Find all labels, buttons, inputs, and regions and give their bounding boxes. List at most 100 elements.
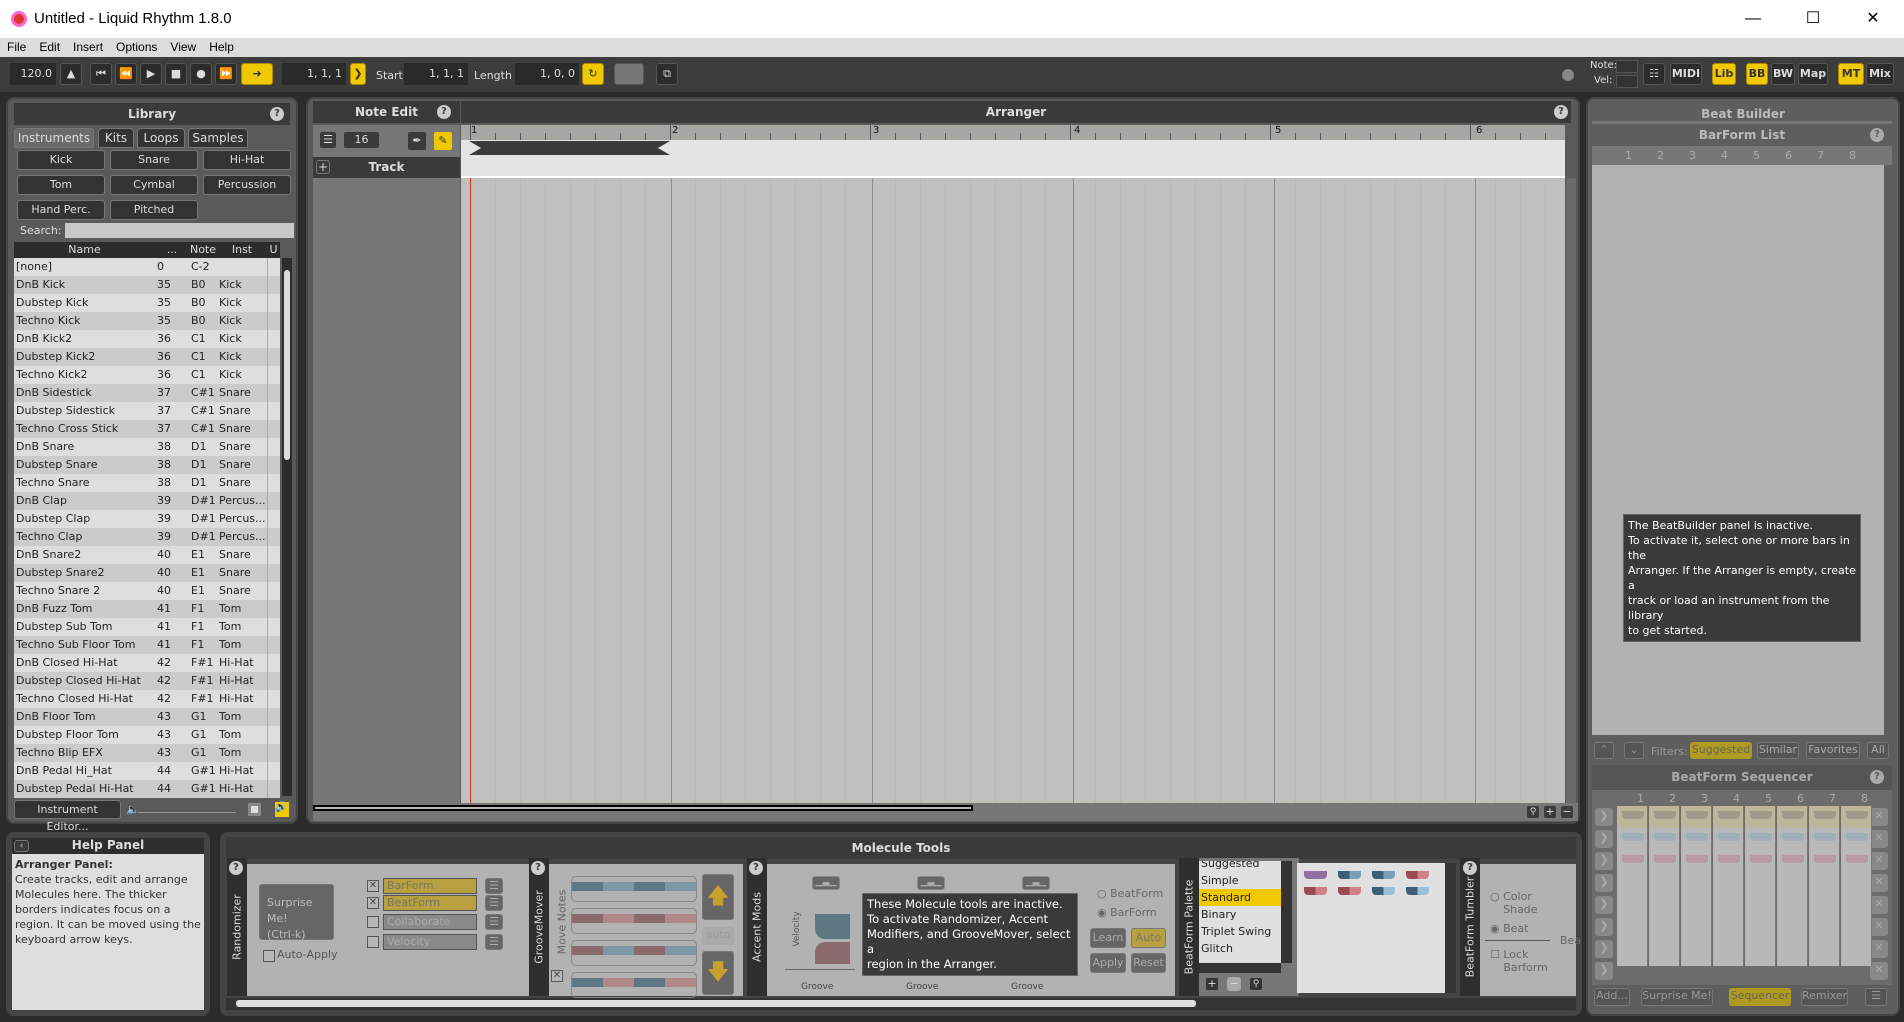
zoom-in-icon[interactable]: + xyxy=(1543,805,1557,819)
beat-radio[interactable]: ◉ Beat xyxy=(1490,922,1528,935)
category-cymbal[interactable]: Cymbal xyxy=(110,175,198,195)
delete-row-icon[interactable]: ✕ xyxy=(1870,808,1888,826)
bw-button[interactable]: BW xyxy=(1771,63,1795,85)
grid-resolution-field[interactable]: 16 xyxy=(343,131,380,149)
surprise-me-button[interactable]: Surprise Me! xyxy=(1641,988,1713,1006)
filter-similar[interactable]: Similar xyxy=(1757,742,1799,759)
library-row[interactable]: DnB Kick 35 B0 Kick xyxy=(14,276,280,294)
tab-loops[interactable]: Loops xyxy=(137,128,185,148)
library-row[interactable]: Techno Snare 2 40 E1 Snare xyxy=(14,582,280,600)
mt-button[interactable]: MT xyxy=(1838,63,1864,85)
play-row-icon[interactable]: ❯ xyxy=(1595,874,1613,892)
library-row[interactable]: Techno Blip EFX 43 G1 Tom xyxy=(14,744,280,762)
help-icon[interactable]: ? xyxy=(1870,128,1884,142)
speaker-icon[interactable]: 🔊 xyxy=(275,802,289,817)
library-row[interactable]: DnB Snare2 40 E1 Snare xyxy=(14,546,280,564)
beatform-icon[interactable] xyxy=(1338,887,1361,895)
sequencer-cell[interactable] xyxy=(1777,806,1808,966)
reset-button[interactable]: Reset xyxy=(1131,953,1166,973)
library-row[interactable]: [none] 0 C-2 xyxy=(14,258,280,276)
mix-button[interactable]: Mix xyxy=(1866,63,1894,85)
groove-pattern[interactable] xyxy=(571,876,697,902)
search-icon[interactable]: ⚲ xyxy=(1249,977,1263,991)
help-icon[interactable]: ? xyxy=(749,861,763,875)
length-field[interactable]: 1, 0, 0 xyxy=(515,63,579,85)
map-button[interactable]: Map xyxy=(1798,63,1828,85)
help-icon[interactable]: ? xyxy=(531,861,545,875)
add-button[interactable]: Add... xyxy=(1594,988,1630,1006)
menu-lines-icon[interactable]: ☰ xyxy=(319,131,337,149)
option-checkbox[interactable]: ✕ xyxy=(367,897,379,909)
bb-button[interactable]: BB xyxy=(1746,63,1768,85)
palette-grid-scrollbar[interactable] xyxy=(1445,863,1456,993)
maximize-button[interactable]: ☐ xyxy=(1788,4,1838,34)
zoom-icon[interactable]: ⚲ xyxy=(1526,805,1540,819)
piano-icon[interactable]: ☷ xyxy=(1643,63,1665,85)
option-checkbox[interactable]: ✕ xyxy=(367,880,379,892)
option-menu-icon[interactable]: ☰ xyxy=(485,895,503,911)
delete-row-icon[interactable]: ✕ xyxy=(1870,874,1888,892)
beatform-icon[interactable] xyxy=(1406,887,1429,895)
move-down-icon[interactable]: ⌄ xyxy=(1624,742,1644,759)
menu-edit[interactable]: Edit xyxy=(32,38,66,54)
play-row-icon[interactable]: ❯ xyxy=(1595,896,1613,914)
metronome-icon[interactable]: ▲ xyxy=(60,63,82,85)
playhead[interactable] xyxy=(470,178,471,803)
groove-pattern[interactable] xyxy=(571,972,697,998)
library-row[interactable]: Dubstep Closed Hi-Hat 42 F#1 Hi-Hat xyxy=(14,672,280,690)
library-row[interactable]: Dubstep Snare 38 D1 Snare xyxy=(14,456,280,474)
minimize-button[interactable]: — xyxy=(1728,4,1778,34)
help-icon[interactable]: ? xyxy=(1554,105,1568,119)
sequencer-cell[interactable] xyxy=(1745,806,1776,966)
accent-preset-icon[interactable]: ▁▃▁ xyxy=(917,876,945,890)
delete-row-icon[interactable]: ✕ xyxy=(1870,940,1888,958)
surprise-me-button[interactable]: Surprise Me! (Ctrl-k) xyxy=(259,884,334,941)
beatform-icon[interactable] xyxy=(1304,887,1327,895)
menu-options[interactable]: Options xyxy=(109,38,163,54)
library-row[interactable]: DnB Floor Tom 43 G1 Tom xyxy=(14,708,280,726)
col-number[interactable]: ... xyxy=(155,242,189,258)
accent-preset-icon[interactable]: ▁▃▁ xyxy=(812,876,840,890)
arranger-grid[interactable] xyxy=(461,178,1565,803)
library-row[interactable]: Techno Kick 35 B0 Kick xyxy=(14,312,280,330)
auto-button[interactable]: auto xyxy=(702,927,734,945)
sequencer-cell[interactable] xyxy=(1809,806,1840,966)
start-field[interactable]: 1, 1, 1 xyxy=(404,63,468,85)
category-percussion[interactable]: Percussion xyxy=(203,175,291,195)
rewind-icon[interactable]: ⏪ xyxy=(115,63,137,85)
loop-region[interactable] xyxy=(469,141,670,155)
library-row[interactable]: Dubstep Floor Tom 43 G1 Tom xyxy=(14,726,280,744)
library-row[interactable]: DnB Kick2 36 C1 Kick xyxy=(14,330,280,348)
col-name[interactable]: Name xyxy=(14,242,155,258)
delete-row-icon[interactable]: ✕ xyxy=(1870,962,1888,980)
auto-apply-checkbox[interactable] xyxy=(263,950,275,962)
loop-icon[interactable]: ↻ xyxy=(582,63,604,85)
help-icon[interactable]: ? xyxy=(1463,861,1477,875)
accent-preset-icon[interactable]: ▁▃▁ xyxy=(1022,876,1050,890)
category-kick[interactable]: Kick xyxy=(17,150,105,170)
library-row[interactable]: Techno Closed Hi-Hat 42 F#1 Hi-Hat xyxy=(14,690,280,708)
library-row[interactable]: DnB Fuzz Tom 41 F1 Tom xyxy=(14,600,280,618)
barform-radio[interactable]: ◉ BarForm xyxy=(1097,906,1157,919)
beatform-icon[interactable] xyxy=(1338,871,1361,879)
search-input[interactable] xyxy=(65,223,294,238)
tab-instruments[interactable]: Instruments xyxy=(14,128,94,148)
library-row[interactable]: Techno Snare 38 D1 Snare xyxy=(14,474,280,492)
sequencer-cell[interactable] xyxy=(1681,806,1712,966)
pencil-icon[interactable]: ✎ xyxy=(433,131,453,151)
menu-file[interactable]: File xyxy=(0,38,32,54)
library-row[interactable]: DnB Pedal Hi_Hat 44 G#1 Hi-Hat xyxy=(14,762,280,780)
palette-item[interactable]: Binary xyxy=(1199,906,1281,923)
palette-item[interactable]: Suggested xyxy=(1199,861,1281,872)
brush-icon[interactable]: ✒ xyxy=(407,131,427,151)
delete-row-icon[interactable]: ✕ xyxy=(1870,896,1888,914)
play-row-icon[interactable]: ❯ xyxy=(1595,852,1613,870)
library-scrollbar[interactable] xyxy=(282,258,292,796)
midi-button[interactable]: MIDI xyxy=(1670,63,1702,85)
beatform-palette-grid[interactable] xyxy=(1297,863,1447,993)
library-row[interactable]: Dubstep Clap 39 D#1 Percus... xyxy=(14,510,280,528)
filter-suggested[interactable]: Suggested xyxy=(1690,742,1752,759)
sequencer-button[interactable]: Sequencer xyxy=(1729,988,1791,1006)
stop-preview-icon[interactable] xyxy=(248,803,261,816)
sequencer-grid[interactable]: 1 2 3 4 5 6 7 8 ❯ ✕ ❯ ✕ ❯ ✕ ❯ ✕ ❯ ✕ ❯ ✕ ❯ ✕ ❯ ✕ xyxy=(1592,790,1892,985)
